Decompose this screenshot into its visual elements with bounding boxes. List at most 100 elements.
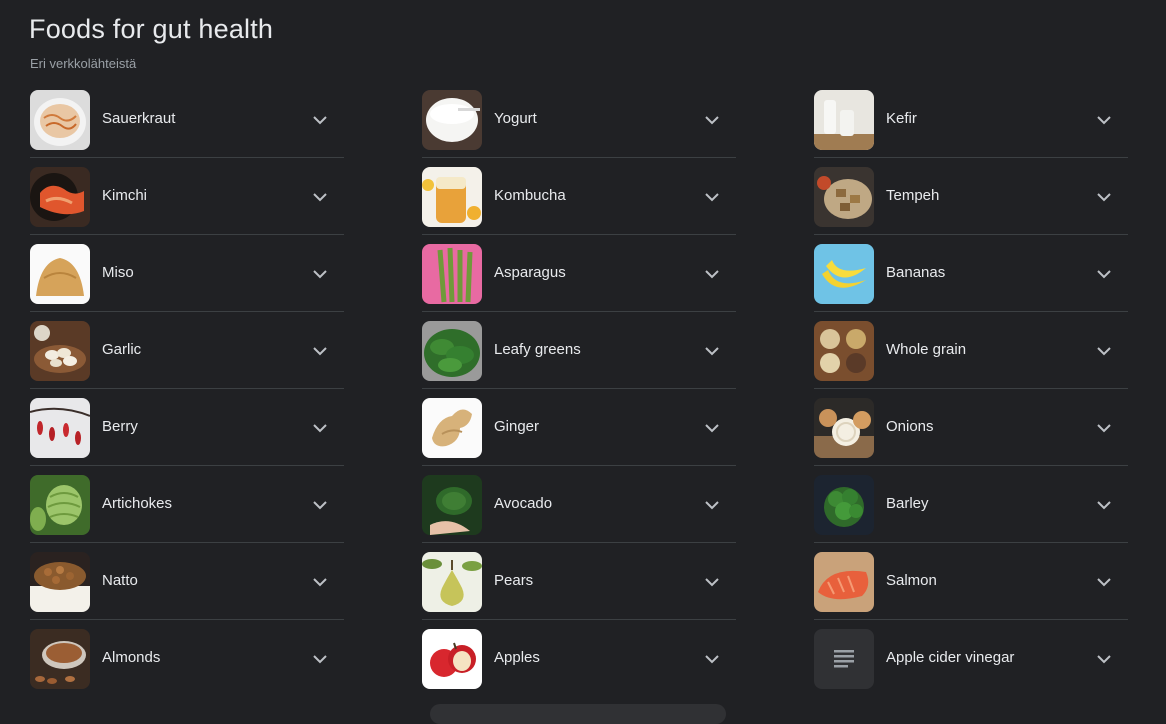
food-item-label: Ginger [494,418,540,435]
text-lines-icon [814,629,874,689]
barley-thumbnail [814,475,874,535]
chevron-down-icon[interactable] [1094,264,1114,284]
food-item-miso[interactable]: Miso [30,235,344,312]
chevron-down-icon[interactable] [310,110,330,130]
food-item-label: Yogurt [494,110,537,127]
food-item-label: Kimchi [102,187,148,204]
food-item-asparagus[interactable]: Asparagus [422,235,736,312]
food-item-kimchi[interactable]: Kimchi [30,158,344,235]
chevron-down-icon[interactable] [310,649,330,669]
food-item-tempeh[interactable]: Tempeh [814,158,1128,235]
bananas-thumbnail [814,244,874,304]
food-item-label: Tempeh [886,187,940,204]
chevron-down-icon[interactable] [1094,110,1114,130]
chevron-down-icon[interactable] [702,649,722,669]
chevron-down-icon[interactable] [702,418,722,438]
garlic-thumbnail [30,321,90,381]
food-item-label: Asparagus [494,264,566,281]
food-item-label: Artichokes [102,495,173,512]
food-item-label: Leafy greens [494,341,581,358]
food-column-1: Sauerkraut Kimchi Miso Garlic Berry Arti [30,81,344,697]
tempeh-thumbnail [814,167,874,227]
food-item-barley[interactable]: Barley [814,466,1128,543]
chevron-down-icon[interactable] [310,495,330,515]
food-item-apple-cider-vinegar[interactable]: Apple cider vinegar [814,620,1128,697]
food-item-label: Miso [102,264,134,281]
natto-thumbnail [30,552,90,612]
food-item-avocado[interactable]: Avocado [422,466,736,543]
chevron-down-icon[interactable] [702,495,722,515]
chevron-down-icon[interactable] [1094,187,1114,207]
food-item-salmon[interactable]: Salmon [814,543,1128,620]
food-item-label: Kefir [886,110,917,127]
artichokes-thumbnail [30,475,90,535]
salmon-thumbnail [814,552,874,612]
chevron-down-icon[interactable] [1094,341,1114,361]
food-item-label: Whole grain [886,341,967,358]
food-item-kombucha[interactable]: Kombucha [422,158,736,235]
food-item-label: Salmon [886,572,937,589]
miso-thumbnail [30,244,90,304]
food-item-yogurt[interactable]: Yogurt [422,81,736,158]
food-column-2: Yogurt Kombucha Asparagus Leafy greens G… [422,81,736,697]
food-item-almonds[interactable]: Almonds [30,620,344,697]
chevron-down-icon[interactable] [1094,495,1114,515]
chevron-down-icon[interactable] [1094,572,1114,592]
chevron-down-icon[interactable] [310,264,330,284]
page-subtitle: Eri verkkolähteistä [30,56,137,71]
onions-thumbnail [814,398,874,458]
food-item-label: Pears [494,572,534,589]
kombucha-thumbnail [422,167,482,227]
chevron-down-icon[interactable] [310,187,330,207]
ginger-thumbnail [422,398,482,458]
pears-thumbnail [422,552,482,612]
chevron-down-icon[interactable] [702,341,722,361]
food-item-ginger[interactable]: Ginger [422,389,736,466]
apples-thumbnail [422,629,482,689]
food-item-kefir[interactable]: Kefir [814,81,1128,158]
food-item-sauerkraut[interactable]: Sauerkraut [30,81,344,158]
food-item-pears[interactable]: Pears [422,543,736,620]
chevron-down-icon[interactable] [1094,418,1114,438]
berry-thumbnail [30,398,90,458]
show-more-button[interactable] [430,704,726,724]
asparagus-thumbnail [422,244,482,304]
whole-grain-thumbnail [814,321,874,381]
food-item-label: Natto [102,572,138,589]
food-item-label: Bananas [886,264,946,281]
food-item-label: Almonds [102,649,161,666]
food-item-label: Barley [886,495,929,512]
avocado-thumbnail [422,475,482,535]
food-item-bananas[interactable]: Bananas [814,235,1128,312]
food-item-apples[interactable]: Apples [422,620,736,697]
chevron-down-icon[interactable] [310,418,330,438]
chevron-down-icon[interactable] [702,187,722,207]
yogurt-thumbnail [422,90,482,150]
page-title: Foods for gut health [29,14,274,44]
chevron-down-icon[interactable] [702,264,722,284]
food-item-label: Berry [102,418,138,435]
food-item-label: Avocado [494,495,553,512]
food-item-onions[interactable]: Onions [814,389,1128,466]
food-item-label: Apple cider vinegar [886,649,1015,666]
chevron-down-icon[interactable] [310,341,330,361]
chevron-down-icon[interactable] [310,572,330,592]
kimchi-thumbnail [30,167,90,227]
food-item-label: Garlic [102,341,142,358]
food-item-leafy-greens[interactable]: Leafy greens [422,312,736,389]
food-item-artichokes[interactable]: Artichokes [30,466,344,543]
food-item-label: Sauerkraut [102,110,176,127]
food-item-berry[interactable]: Berry [30,389,344,466]
chevron-down-icon[interactable] [702,572,722,592]
food-column-3: Kefir Tempeh Bananas Whole grain Onions [814,81,1128,697]
food-item-whole-grain[interactable]: Whole grain [814,312,1128,389]
kefir-thumbnail [814,90,874,150]
chevron-down-icon[interactable] [1094,649,1114,669]
almonds-thumbnail [30,629,90,689]
food-item-label: Apples [494,649,540,666]
food-item-garlic[interactable]: Garlic [30,312,344,389]
food-item-natto[interactable]: Natto [30,543,344,620]
food-item-label: Kombucha [494,187,566,204]
leafy-greens-thumbnail [422,321,482,381]
chevron-down-icon[interactable] [702,110,722,130]
